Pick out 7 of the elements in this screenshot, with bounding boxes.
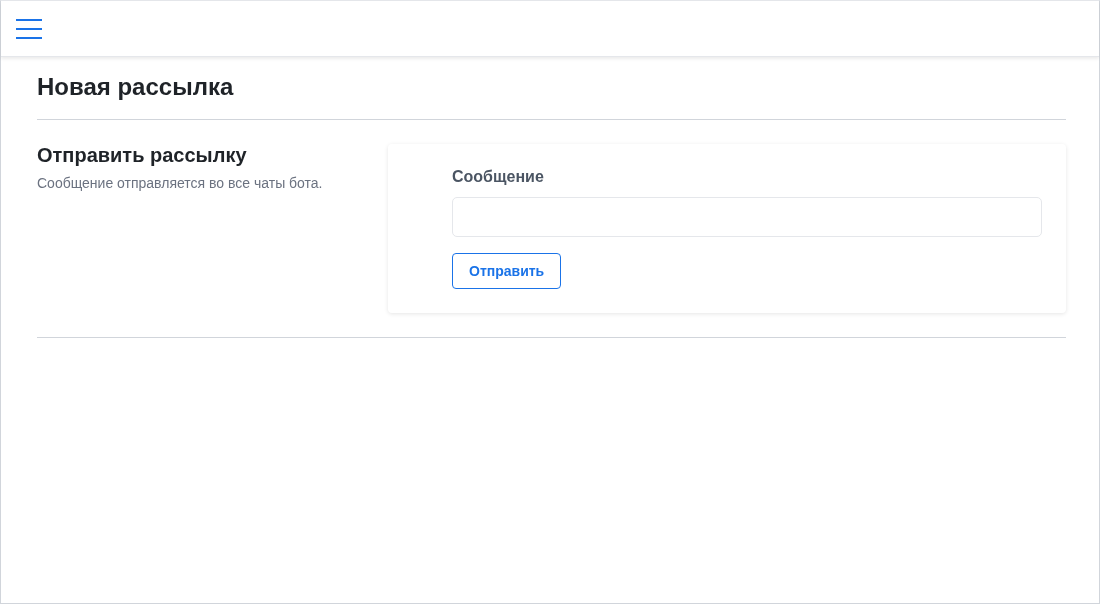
page-title: Новая рассылка — [37, 57, 1066, 120]
field-label: Сообщение — [452, 168, 545, 186]
send-button[interactable]: Отправить — [452, 253, 562, 289]
section-title: Отправить рассылку — [37, 144, 248, 167]
menu-icon[interactable] — [16, 17, 42, 40]
section-description: Сообщение отправляется во все чаты бота. — [37, 175, 324, 191]
message-input[interactable] — [452, 197, 1042, 237]
